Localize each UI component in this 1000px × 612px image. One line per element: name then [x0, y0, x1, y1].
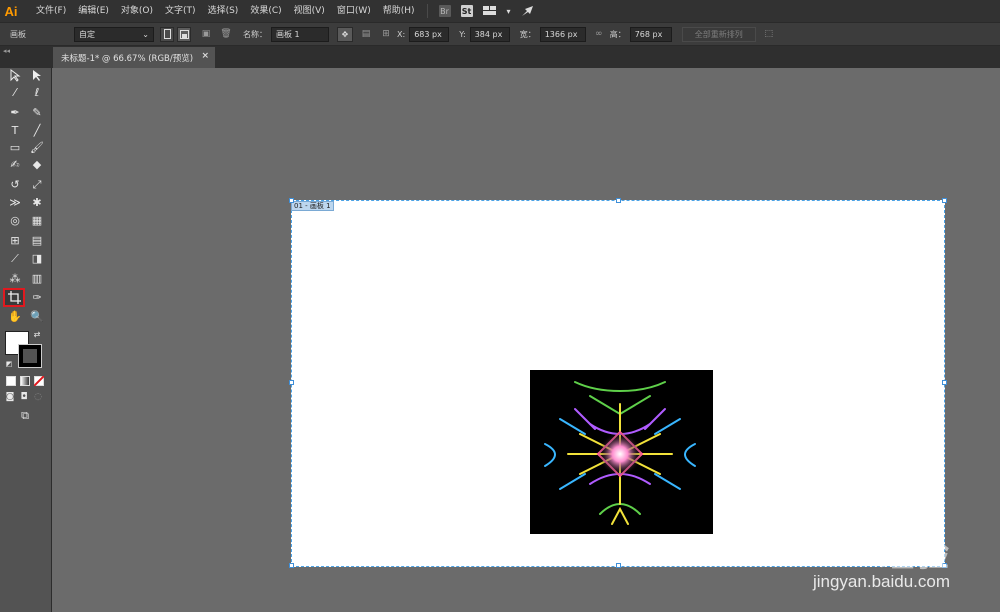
scale-tool-icon[interactable]: ⤢ — [28, 177, 46, 192]
placed-fractal-image[interactable] — [530, 370, 713, 534]
menu-window[interactable]: 窗口(W) — [331, 0, 377, 22]
line-tool-icon[interactable]: ╱ — [28, 123, 46, 138]
artboard-handle[interactable] — [289, 198, 294, 203]
draw-normal-icon[interactable]: ◙ — [3, 391, 17, 403]
delete-artboard-icon[interactable]: 🗑 — [219, 27, 233, 41]
column-graph-tool-icon[interactable]: ▥ — [28, 271, 46, 286]
gpu-performance-icon[interactable] — [521, 5, 534, 17]
symbol-sprayer-tool-icon[interactable]: ⁂ — [6, 271, 24, 286]
slice-tool-icon[interactable]: ✑ — [28, 290, 46, 305]
stock-icon[interactable]: St — [460, 5, 473, 17]
menu-select[interactable]: 选择(S) — [202, 0, 245, 22]
direct-selection-tool-icon[interactable] — [28, 68, 46, 83]
puppet-warp-tool-icon[interactable]: ✱ — [28, 195, 46, 210]
artboard-options-icon[interactable]: ▤ — [359, 27, 373, 41]
link-proportions-icon[interactable]: ∞ — [592, 27, 606, 41]
shape-builder-tool-icon[interactable]: ◎ — [6, 213, 24, 228]
swap-fill-stroke-icon[interactable]: ⇄ — [32, 330, 42, 340]
lasso-tool-icon[interactable]: ℓ — [28, 85, 46, 100]
width-field[interactable]: 1366 px — [539, 26, 586, 42]
width-label: 宽： — [519, 29, 536, 39]
width-tool-icon[interactable]: ≫ — [6, 195, 24, 210]
stroke-color-swatch[interactable] — [18, 344, 42, 368]
shaper-tool-icon[interactable]: ✍ — [6, 157, 24, 172]
preset-value: 自定 — [79, 29, 95, 39]
menu-effect[interactable]: 效果(C) — [244, 0, 287, 22]
close-icon[interactable]: × — [201, 51, 209, 61]
magic-wand-tool-icon[interactable]: ⁄ — [6, 85, 24, 100]
app-logo: Ai — [4, 3, 18, 19]
perspective-grid-tool-icon[interactable]: ▦ — [28, 213, 46, 228]
artboard-panel-label: 画板 — [10, 29, 26, 39]
portrait-button[interactable] — [160, 26, 174, 42]
y-label: Y: — [459, 29, 466, 39]
tools-panel: ⁄ ℓ ✒ ✎ T ╱ ▭ 🖌 ✍ ◆ ↺ ⤢ ≫ ✱ ◎ ▦ ⊞ ▤ ⟋ ◨ … — [0, 68, 52, 612]
artboard-handle[interactable] — [616, 563, 621, 568]
type-tool-icon[interactable]: T — [6, 123, 24, 138]
rectangle-tool-icon[interactable]: ▭ — [6, 140, 24, 155]
artboard-tool-icon[interactable] — [3, 288, 25, 307]
menu-bar: Ai 文件(F) 编辑(E) 对象(O) 文字(T) 选择(S) 效果(C) 视… — [0, 0, 1000, 22]
document-tab-strip: ◂◂ 未标题-1* @ 66.67% (RGB/预览) × — [0, 46, 1000, 68]
artboard-handle[interactable] — [616, 198, 621, 203]
height-label: 高： — [609, 29, 626, 39]
menu-type[interactable]: 文字(T) — [159, 0, 202, 22]
illustrator-window: Ai 文件(F) 编辑(E) 对象(O) 文字(T) 选择(S) 效果(C) 视… — [0, 0, 1000, 612]
default-colors-icon[interactable]: ◩ — [4, 359, 14, 369]
menu-help[interactable]: 帮助(H) — [377, 0, 421, 22]
fractal-artwork — [544, 381, 696, 525]
eraser-tool-icon[interactable]: ◆ — [28, 157, 46, 172]
draw-behind-icon[interactable]: ◘ — [17, 391, 31, 403]
menu-separator — [426, 4, 428, 18]
zoom-tool-icon[interactable]: 🔍 — [28, 309, 46, 324]
screen-mode-icon[interactable]: ⧉ — [16, 408, 34, 422]
blend-tool-icon[interactable]: ◨ — [28, 251, 46, 266]
bridge-icon[interactable]: Br — [438, 5, 451, 17]
pen-tool-icon[interactable]: ✒ — [6, 105, 24, 120]
document-tab[interactable]: 未标题-1* @ 66.67% (RGB/预览) × — [53, 47, 215, 68]
color-mode-icon[interactable] — [6, 376, 16, 386]
artboard-select-icon[interactable]: ⬚ — [762, 27, 776, 41]
document-tab-title: 未标题-1* @ 66.67% (RGB/预览) — [61, 53, 194, 64]
hand-tool-icon[interactable]: ✋ — [6, 309, 24, 324]
artboard-handle[interactable] — [289, 380, 294, 385]
name-label: 名称： — [243, 29, 267, 39]
height-field[interactable]: 768 px — [629, 26, 672, 42]
gradient-tool-icon[interactable]: ▤ — [28, 233, 46, 248]
artboard-handle[interactable] — [942, 380, 947, 385]
x-field[interactable]: 683 px — [409, 26, 450, 42]
y-field[interactable]: 384 px — [469, 26, 510, 42]
preset-dropdown[interactable]: 自定 ⌄ — [74, 26, 154, 42]
artboard-handle[interactable] — [289, 563, 294, 568]
selection-tool-icon[interactable] — [6, 68, 24, 83]
watermark: Bai du 经验 jingyan.baidu.com — [760, 527, 950, 592]
none-mode-icon[interactable] — [34, 376, 44, 386]
chevron-down-icon[interactable]: ▾ — [507, 5, 511, 17]
new-artboard-icon[interactable]: ▣ — [199, 27, 213, 41]
menu-view[interactable]: 视图(V) — [288, 0, 331, 22]
artboard-label[interactable]: 01 - 画板 1 — [291, 201, 334, 211]
rotate-tool-icon[interactable]: ↺ — [6, 177, 24, 192]
move-with-artboard-icon[interactable]: ✥ — [337, 26, 353, 42]
landscape-button[interactable] — [177, 26, 191, 42]
control-bar: 画板 自定 ⌄ ▣ 🗑 名称： 画板 1 ✥ ▤ ⊞ X: 683 px Y: … — [0, 22, 1000, 46]
arrange-documents-icon[interactable] — [482, 5, 497, 17]
watermark-brand: Bai du 经验 — [759, 536, 950, 574]
menu-file[interactable]: 文件(F) — [30, 0, 72, 22]
paintbrush-tool-icon[interactable]: 🖌 — [28, 140, 46, 155]
x-label: X: — [397, 29, 406, 39]
artboard-name-field[interactable]: 画板 1 — [271, 26, 329, 42]
collapse-icon[interactable]: ◂◂ — [0, 46, 52, 68]
draw-inside-icon[interactable]: ◌ — [31, 391, 45, 403]
artboard-handle[interactable] — [942, 198, 947, 203]
menu-edit[interactable]: 编辑(E) — [72, 0, 115, 22]
gradient-mode-icon[interactable] — [20, 376, 30, 386]
eyedropper-tool-icon[interactable]: ⟋ — [6, 251, 24, 266]
reference-point-icon[interactable]: ⊞ — [379, 27, 393, 41]
curvature-tool-icon[interactable]: ✎ — [28, 105, 46, 120]
chevron-down-icon: ⌄ — [142, 29, 149, 39]
menu-object[interactable]: 对象(O) — [115, 0, 159, 22]
mesh-tool-icon[interactable]: ⊞ — [6, 233, 24, 248]
rearrange-all-button[interactable]: 全部重新排列 — [681, 26, 756, 42]
